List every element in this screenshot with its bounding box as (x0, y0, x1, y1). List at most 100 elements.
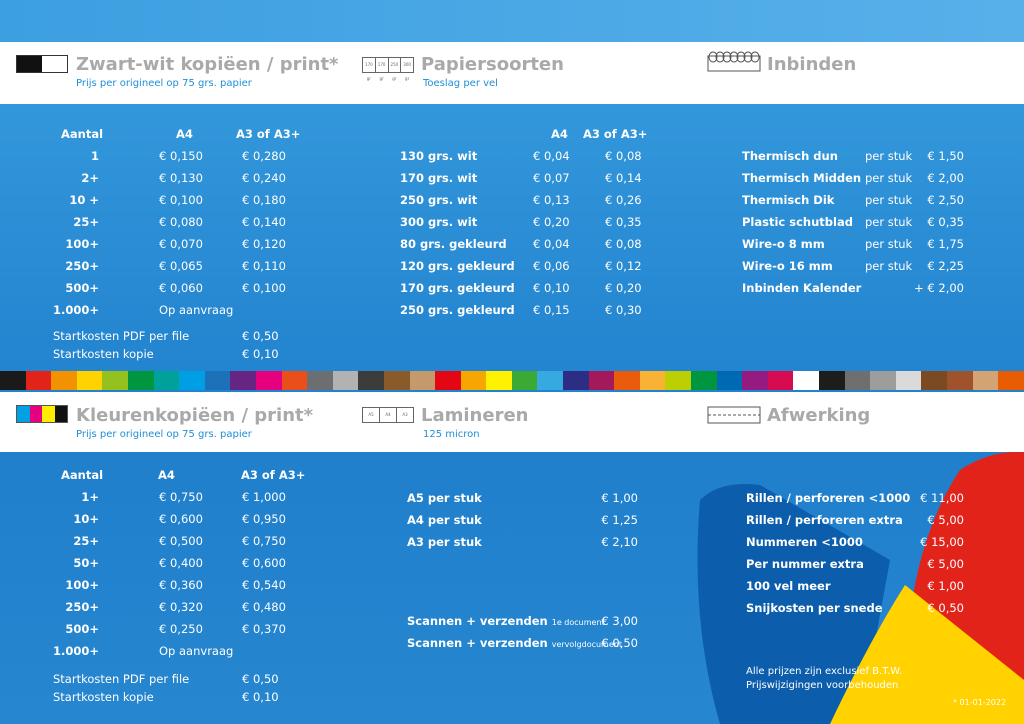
bw-swatch-icon (16, 55, 68, 73)
bw-header-a4: A4 (176, 127, 193, 141)
binding-title: Inbinden (767, 54, 857, 75)
color-strip-swatch (946, 371, 973, 390)
paper-row-a3: € 0,20 (605, 281, 642, 295)
paper-row-type: 170 grs. wit (400, 171, 478, 185)
paper-row-a3: € 0,14 (605, 171, 642, 185)
color-row-qty: 1.000+ (52, 644, 99, 658)
date-note: * 01-01-2022 (953, 698, 1007, 707)
bw-row-qty: 1 (90, 149, 99, 163)
finish-title: Afwerking (767, 405, 871, 426)
color-strip-swatch (255, 371, 282, 390)
bw-row-qty: 500+ (65, 281, 99, 295)
color-row-a4: € 0,320 (159, 600, 203, 614)
paper-sizes-icon: 170 gr 170 gr 250 gr 300 gr (362, 57, 414, 81)
paper-title: Papiersoorten (421, 54, 564, 75)
color-row-a3: € 1,000 (242, 490, 286, 504)
bw-row-a3: € 0,110 (242, 259, 286, 273)
color-row-a4: € 0,250 (159, 622, 203, 636)
laminate-subtitle: 125 micron (423, 429, 480, 440)
bw-start-label: Startkosten PDF per file (53, 329, 190, 343)
finish-row-price: € 5,00 (927, 557, 964, 571)
color-header-a4: A4 (158, 468, 175, 482)
binding-row-price: € 1,75 (927, 237, 964, 251)
color-strip-swatch (844, 371, 871, 390)
bw-row-a3: € 0,240 (242, 171, 286, 185)
color-strip-swatch (614, 371, 640, 390)
binding-row-name: Thermisch Dik (742, 193, 835, 207)
laminate-row-price: € 1,00 (601, 491, 638, 505)
color-strip-swatch (153, 371, 180, 390)
paper-row-a3: € 0,08 (605, 149, 642, 163)
color-row-a3: € 0,750 (242, 534, 286, 548)
color-start-price: € 0,50 (242, 672, 279, 686)
scan-price: € 0,50 (601, 636, 638, 650)
paper-row-a4: € 0,04 (533, 237, 570, 251)
color-row-a4: € 0,600 (159, 512, 203, 526)
scan-price: € 3,00 (601, 614, 638, 628)
color-strip-swatch (230, 371, 256, 390)
color-header-a3: A3 of A3+ (241, 468, 306, 482)
color-strip-swatch (409, 371, 436, 390)
color-strip-swatch (588, 371, 615, 390)
color-strip-swatch (716, 371, 743, 390)
color-strip-swatch (383, 371, 410, 390)
bw-row-a4: € 0,070 (159, 237, 203, 251)
paper-icon-label: 250 gr (389, 58, 402, 81)
paper-row-type: 80 grs. gekleurd (400, 237, 507, 251)
binding-row-name: Plastic schutblad (742, 215, 853, 229)
paper-row-a4: € 0,07 (533, 171, 570, 185)
color-row-a4: € 0,400 (159, 556, 203, 570)
laminate-title: Lamineren (421, 405, 529, 426)
price-change-note: Prijswijzigingen voorbehouden (746, 680, 899, 691)
bw-header-aantal: Aantal (61, 127, 104, 141)
color-strip-swatch (358, 371, 384, 390)
paper-row-a4: € 0,04 (533, 149, 570, 163)
bw-row-a4: € 0,065 (159, 259, 203, 273)
color-row-a4: € 0,750 (159, 490, 203, 504)
paper-row-a4: € 0,20 (533, 215, 570, 229)
paper-row-a4: € 0,13 (533, 193, 570, 207)
color-strip (0, 371, 1024, 390)
bw-row-qty: 250+ (65, 259, 99, 273)
color-strip-swatch (332, 371, 359, 390)
color-start-label: Startkosten PDF per file (53, 672, 190, 686)
bw-row-a3: € 0,100 (242, 281, 286, 295)
scan-row: Scannen + verzenden 1e document (407, 614, 605, 628)
laminate-row-price: € 1,25 (601, 513, 638, 527)
bw-row-a4: Op aanvraag (159, 303, 234, 317)
color-strip-swatch (767, 371, 794, 390)
color-strip-swatch (793, 371, 819, 390)
color-row-qty: 500+ (65, 622, 99, 636)
paper-subtitle: Toeslag per vel (423, 78, 498, 89)
color-row-a3: € 0,950 (242, 512, 286, 526)
color-header-aantal: Aantal (61, 468, 104, 482)
laminate-sizes-icon: A5 A4 A3 (362, 407, 414, 423)
color-strip-swatch (486, 371, 512, 390)
color-row-a3: € 0,600 (242, 556, 286, 570)
finish-row-name: Per nummer extra (746, 557, 864, 571)
color-row-qty: 100+ (65, 578, 99, 592)
finish-row-name: Snijkosten per snede (746, 601, 883, 615)
laminate-row-name: A3 per stuk (407, 535, 482, 549)
paper-icon-label: 300 gr (403, 62, 411, 81)
finish-row-price: € 5,00 (927, 513, 964, 527)
paper-row-a3: € 0,35 (605, 215, 642, 229)
bw-row-qty: 2+ (81, 171, 99, 185)
laminate-row-name: A4 per stuk (407, 513, 482, 527)
binding-row-name: Wire-o 16 mm (742, 259, 833, 273)
color-strip-swatch (639, 371, 666, 390)
paper-row-a4: € 0,15 (533, 303, 570, 317)
laminate-icon-label: A3 (402, 412, 408, 417)
color-row-a3: € 0,370 (242, 622, 286, 636)
paper-icon-label: 170 gr (376, 58, 389, 81)
finish-row-name: Rillen / perforeren extra (746, 513, 903, 527)
color-strip-swatch (204, 371, 231, 390)
binding-row-name: Thermisch dun (742, 149, 838, 163)
bw-subtitle: Prijs per origineel op 75 grs. papier (76, 78, 252, 89)
color-row-qty: 10+ (73, 512, 99, 526)
finish-row-price: € 0,50 (927, 601, 964, 615)
bw-start-price: € 0,10 (242, 347, 279, 361)
paper-header-a4: A4 (551, 127, 568, 141)
paper-row-type: 300 grs. wit (400, 215, 478, 229)
paper-icon-label: 170 gr (363, 58, 376, 81)
